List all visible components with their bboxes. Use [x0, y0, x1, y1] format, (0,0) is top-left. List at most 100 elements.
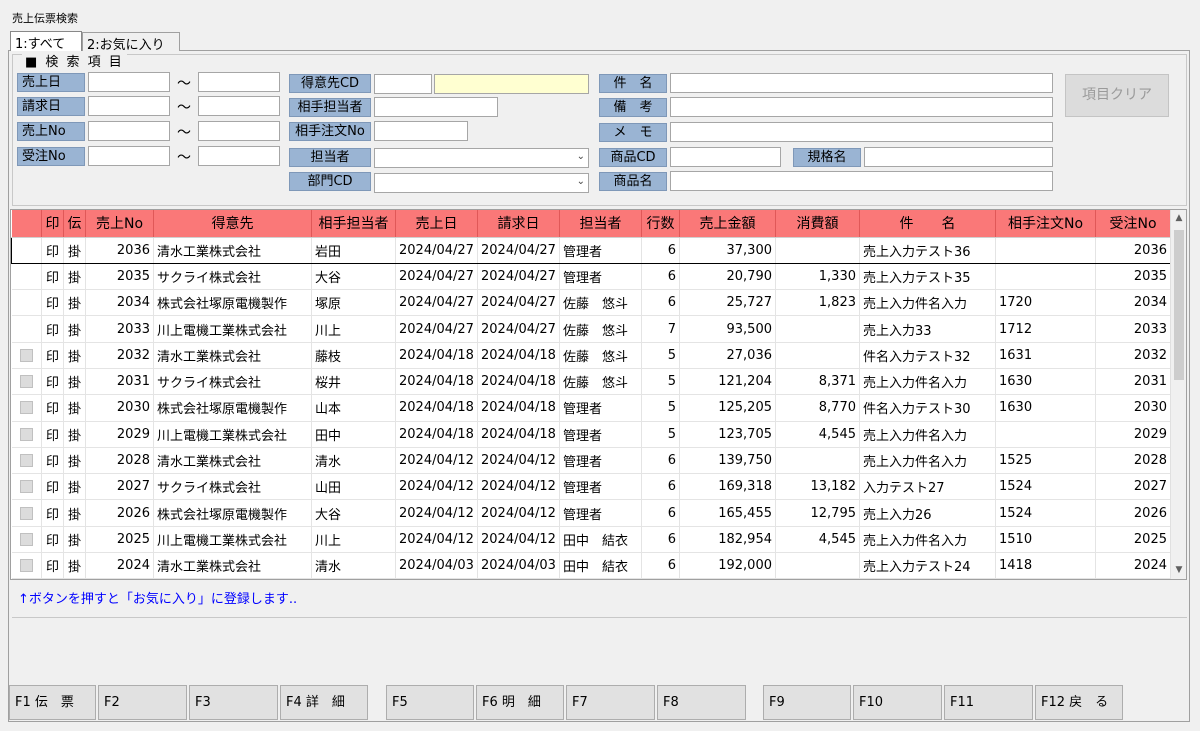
- table-row[interactable]: 印掛 2026 株式会社塚原電機製作 大谷 2024/04/12 2024/04/12 管理…: [11, 499, 1171, 527]
- favorite-button[interactable]: [19, 375, 33, 389]
- table-row[interactable]: 印掛 2034 株式会社塚原電機製作 塚原 2024/04/27 2024/04/27 佐藤…: [11, 289, 1171, 317]
- col-header-aite-tantosha[interactable]: 相手担当者: [311, 210, 396, 238]
- table-row[interactable]: 印掛 2029 川上電機工業株式会社 田中 2024/04/18 2024/04/18 管理…: [11, 421, 1171, 448]
- scroll-thumb[interactable]: [1174, 230, 1184, 380]
- table-row[interactable]: 印掛 2024 清水工業株式会社 清水 2024/04/03 2024/04/03 田中 結…: [11, 552, 1171, 579]
- memo-input[interactable]: [670, 122, 1053, 142]
- uriage-no-to-input[interactable]: [198, 121, 280, 141]
- cell-check[interactable]: [11, 447, 42, 475]
- grid-scrollbar[interactable]: ▲ ▼: [1170, 210, 1186, 579]
- seikyu-bi-to-input[interactable]: [198, 96, 280, 116]
- favorite-button[interactable]: [19, 454, 33, 468]
- cell-in: 印: [41, 473, 64, 501]
- cell-seikyu-bi: 2024/04/03: [477, 552, 560, 579]
- col-header-kenmei[interactable]: 件 名: [859, 210, 996, 238]
- juchu-no-to-input[interactable]: [198, 146, 280, 166]
- cell-check[interactable]: [11, 526, 42, 554]
- favorite-button[interactable]: [19, 480, 33, 494]
- col-header-check[interactable]: [11, 210, 42, 238]
- cell-check[interactable]: [11, 368, 42, 396]
- f3-button[interactable]: F3: [189, 685, 278, 720]
- shohin-cd-input[interactable]: [670, 147, 781, 167]
- cell-check[interactable]: [11, 421, 42, 448]
- favorite-button[interactable]: [19, 427, 33, 441]
- favorite-button[interactable]: [19, 559, 33, 573]
- cell-check[interactable]: [11, 342, 42, 369]
- cell-check[interactable]: [11, 473, 42, 501]
- cell-tokuisaki: 清水工業株式会社: [153, 552, 312, 579]
- uriage-no-from-input[interactable]: [88, 121, 170, 141]
- cell-check[interactable]: [11, 263, 42, 291]
- table-row[interactable]: 印掛 2033 川上電機工業株式会社 川上 2024/04/27 2024/04/27 佐藤…: [11, 315, 1171, 343]
- table-row[interactable]: 印掛 2031 サクライ株式会社 桜井 2024/04/18 2024/04/18 佐藤 悠…: [11, 368, 1171, 396]
- scroll-up-icon[interactable]: ▲: [1171, 210, 1186, 227]
- cell-shohi: [775, 342, 860, 369]
- tab-favorites[interactable]: 2:お気に入り: [82, 32, 180, 53]
- f7-button[interactable]: F7: [566, 685, 655, 720]
- bumon-cd-select[interactable]: ⌄: [374, 173, 589, 193]
- f1-denpyo-button[interactable]: F1 伝 票: [9, 685, 96, 720]
- tab-all[interactable]: 1:すべて: [10, 31, 82, 52]
- cell-check[interactable]: [11, 315, 42, 343]
- f4-shosai-button[interactable]: F4 詳 細: [280, 685, 368, 720]
- uriage-bi-to-input[interactable]: [198, 72, 280, 92]
- clear-fields-button[interactable]: 項目クリア: [1065, 74, 1169, 117]
- cell-uriage-bi: 2024/04/12: [395, 526, 478, 554]
- table-row[interactable]: 印掛 2027 サクライ株式会社 山田 2024/04/12 2024/04/12 管理者 6…: [11, 473, 1171, 501]
- cell-in: 印: [41, 447, 64, 475]
- cell-den: 掛: [63, 447, 86, 475]
- f12-modoru-button[interactable]: F12 戻 る: [1035, 685, 1123, 720]
- col-header-in[interactable]: 印: [41, 210, 64, 238]
- cell-aite-tantosha: 桜井: [311, 368, 396, 396]
- f5-button[interactable]: F5: [386, 685, 474, 720]
- col-header-uriage-no[interactable]: 売上No: [85, 210, 154, 238]
- table-row[interactable]: 印掛 2036 清水工業株式会社 岩田 2024/04/27 2024/04/27 管理者 6…: [11, 236, 1171, 264]
- col-header-uriage-bi[interactable]: 売上日: [395, 210, 478, 238]
- uriage-bi-from-input[interactable]: [88, 72, 170, 92]
- cell-check[interactable]: [11, 552, 42, 579]
- tokuisaki-cd-input[interactable]: [374, 74, 432, 94]
- favorite-button[interactable]: [19, 348, 33, 362]
- col-header-den[interactable]: 伝: [63, 210, 86, 238]
- col-header-tokuisaki[interactable]: 得意先: [153, 210, 312, 238]
- cell-check[interactable]: [11, 394, 42, 422]
- f9-button[interactable]: F9: [763, 685, 851, 720]
- kenmei-input[interactable]: [670, 73, 1053, 93]
- seikyu-bi-from-input[interactable]: [88, 96, 170, 116]
- f11-button[interactable]: F11: [944, 685, 1033, 720]
- table-row[interactable]: 印掛 2032 清水工業株式会社 藤枝 2024/04/18 2024/04/18 佐藤 悠…: [11, 342, 1171, 369]
- biko-input[interactable]: [670, 97, 1053, 117]
- col-header-kingaku[interactable]: 売上金額: [679, 210, 776, 238]
- col-header-tantosha[interactable]: 担当者: [559, 210, 642, 238]
- scroll-down-icon[interactable]: ▼: [1171, 562, 1186, 579]
- cell-kingaku: 27,036: [679, 342, 776, 369]
- f10-button[interactable]: F10: [853, 685, 942, 720]
- col-header-shohi[interactable]: 消費額: [775, 210, 860, 238]
- f2-button[interactable]: F2: [98, 685, 187, 720]
- cell-check[interactable]: [11, 499, 42, 527]
- f6-meisai-button[interactable]: F6 明 細: [476, 685, 564, 720]
- cell-aite-tantosha: 田中: [311, 421, 396, 448]
- table-row[interactable]: 印掛 2035 サクライ株式会社 大谷 2024/04/27 2024/04/27 管理者 6…: [11, 263, 1171, 291]
- cell-check[interactable]: [11, 236, 42, 264]
- aite-chumon-no-input[interactable]: [374, 121, 468, 141]
- col-header-juchu-no[interactable]: 受注No: [1095, 210, 1171, 238]
- col-header-seikyu-bi[interactable]: 請求日: [477, 210, 560, 238]
- col-header-gyosu[interactable]: 行数: [641, 210, 680, 238]
- juchu-no-from-input[interactable]: [88, 146, 170, 166]
- favorite-button[interactable]: [19, 506, 33, 520]
- col-header-chumon-no[interactable]: 相手注文No: [995, 210, 1096, 238]
- favorite-button[interactable]: [19, 401, 33, 415]
- table-row[interactable]: 印掛 2030 株式会社塚原電機製作 山本 2024/04/18 2024/04/18 管理…: [11, 394, 1171, 422]
- cell-shohi: 8,770: [775, 394, 860, 422]
- table-row[interactable]: 印掛 2025 川上電機工業株式会社 川上 2024/04/12 2024/04/12 田中…: [11, 526, 1171, 554]
- label-memo: メ モ: [599, 123, 667, 142]
- favorite-button[interactable]: [19, 532, 33, 546]
- table-row[interactable]: 印掛 2028 清水工業株式会社 清水 2024/04/12 2024/04/12 管理者 6…: [11, 447, 1171, 475]
- f8-button[interactable]: F8: [657, 685, 746, 720]
- aite-tantosha-input[interactable]: [374, 97, 498, 117]
- cell-check[interactable]: [11, 289, 42, 317]
- shohin-mei-input[interactable]: [670, 171, 1053, 191]
- tantosha-select[interactable]: ⌄: [374, 148, 589, 168]
- kikaku-mei-input[interactable]: [864, 147, 1053, 167]
